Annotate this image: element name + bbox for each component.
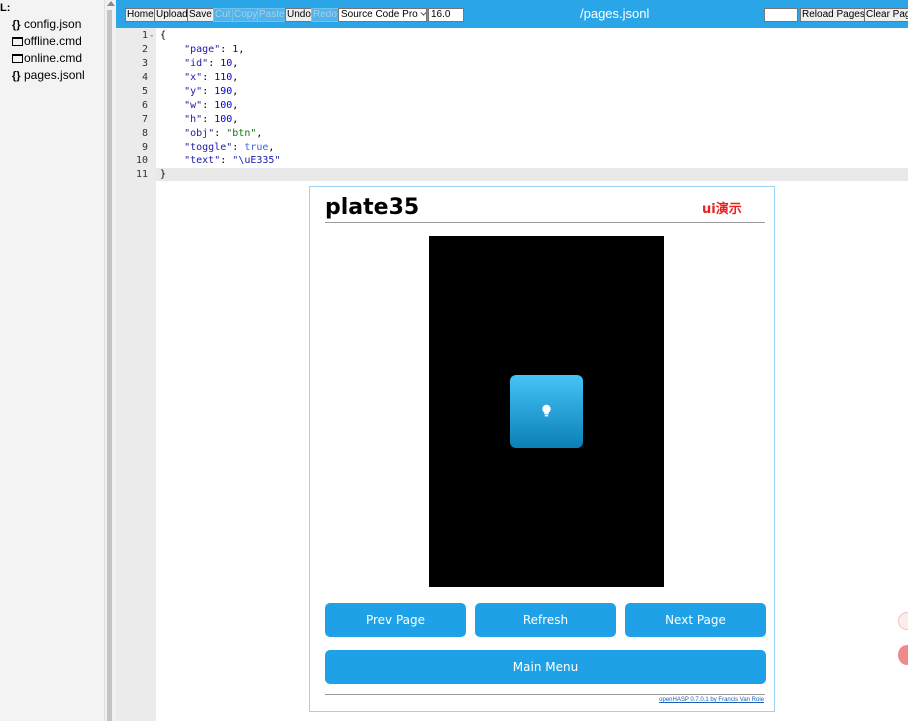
file-item-label: offline.cmd (24, 34, 82, 48)
plate-title: plate35 (325, 195, 420, 220)
copy-button[interactable]: Copy (232, 8, 260, 22)
file-item-online-cmd[interactable]: online.cmd (12, 50, 82, 66)
file-item-config-json[interactable]: {} config.json (12, 16, 81, 32)
undo-button[interactable]: Undo (285, 8, 313, 22)
file-title: /pages.jsonl (580, 6, 650, 21)
line-number: 3 (141, 58, 148, 69)
plate-preview-card: plate35 ui演示 Prev Page Refresh Next Page… (309, 186, 775, 712)
line-number: 2 (141, 44, 148, 55)
code-line: "h": 100, (184, 114, 239, 125)
code-line: "text": "\uE335" (184, 155, 281, 166)
code-line: "y": 190, (184, 86, 239, 97)
line-number: 6 (141, 100, 148, 111)
credit-link[interactable]: openHASP 0.7.0.1 by Francis Van Roie (659, 697, 764, 703)
code-line: "w": 100, (184, 100, 239, 111)
main-menu-button[interactable]: Main Menu (325, 650, 766, 684)
paste-button[interactable]: Paste (257, 8, 287, 22)
refresh-button[interactable]: Refresh (475, 603, 616, 637)
line-number: 10 (135, 155, 148, 166)
upload-button[interactable]: Upload (154, 8, 190, 22)
code-line: { (160, 30, 167, 41)
search-input[interactable] (764, 8, 798, 22)
editor-toolbar: Home Upload Save Cut Copy Paste Undo Red… (116, 0, 908, 28)
footer-divider (325, 694, 765, 695)
next-page-button[interactable]: Next Page (625, 603, 766, 637)
file-tree-header: L: (0, 2, 11, 14)
title-divider (325, 222, 765, 223)
font-family-value: Source Code Pro (341, 9, 418, 20)
cmd-file-icon (12, 37, 23, 46)
json-file-icon: {} (12, 70, 21, 82)
file-item-label: pages.jsonl (24, 68, 85, 82)
code-line: "x": 110, (184, 72, 239, 83)
code-line: } (160, 169, 167, 180)
font-size-input[interactable]: 16.0 (428, 8, 464, 22)
fold-toggle-icon[interactable]: - (149, 30, 155, 42)
line-number: 11 (135, 169, 148, 180)
plate-screen[interactable] (429, 236, 664, 587)
active-line-highlight (116, 168, 908, 181)
code-line: "page": 1, (184, 44, 245, 55)
file-item-pages-jsonl[interactable]: {} pages.jsonl (12, 67, 85, 83)
line-number: 8 (141, 128, 148, 139)
file-tree: L: {} config.json offline.cmd online.cmd … (0, 0, 104, 721)
line-number: 7 (141, 114, 148, 125)
code-line: "toggle": true, (184, 142, 275, 153)
save-button[interactable]: Save (187, 8, 214, 22)
file-tree-scrollbar[interactable] (104, 0, 116, 721)
file-item-label: config.json (24, 17, 82, 31)
file-item-offline-cmd[interactable]: offline.cmd (12, 33, 82, 49)
cut-button[interactable]: Cut (213, 8, 233, 22)
line-number: 4 (141, 72, 148, 83)
line-number: 1 (141, 30, 148, 41)
clear-pages-button[interactable]: Clear Pag (864, 8, 908, 22)
json-file-icon: {} (12, 19, 21, 31)
font-family-select[interactable]: Source Code Pro (338, 8, 427, 22)
line-number: 5 (141, 86, 148, 97)
preview-gutter (116, 181, 156, 721)
file-item-label: online.cmd (24, 51, 83, 65)
cmd-file-icon (12, 54, 23, 63)
prev-page-button[interactable]: Prev Page (325, 603, 466, 637)
reload-pages-button[interactable]: Reload Pages (800, 8, 867, 22)
line-number: 9 (141, 142, 148, 153)
home-button[interactable]: Home (125, 8, 156, 22)
code-line: "id": 10, (184, 58, 239, 69)
code-line: "obj": "btn", (184, 128, 263, 139)
chevron-down-icon (420, 9, 426, 16)
redo-button[interactable]: Redo (311, 8, 339, 22)
scrollbar-thumb[interactable] (107, 10, 112, 721)
scroll-up-arrow-icon[interactable] (107, 1, 115, 6)
plate-subtitle: ui演示 (702, 202, 742, 217)
toggle-light-button[interactable] (510, 375, 583, 448)
code-editor[interactable]: 1 - { 2 "page": 1, 3 "id": 10, 4 "x": 11… (116, 28, 908, 181)
lightbulb-icon (542, 404, 551, 417)
